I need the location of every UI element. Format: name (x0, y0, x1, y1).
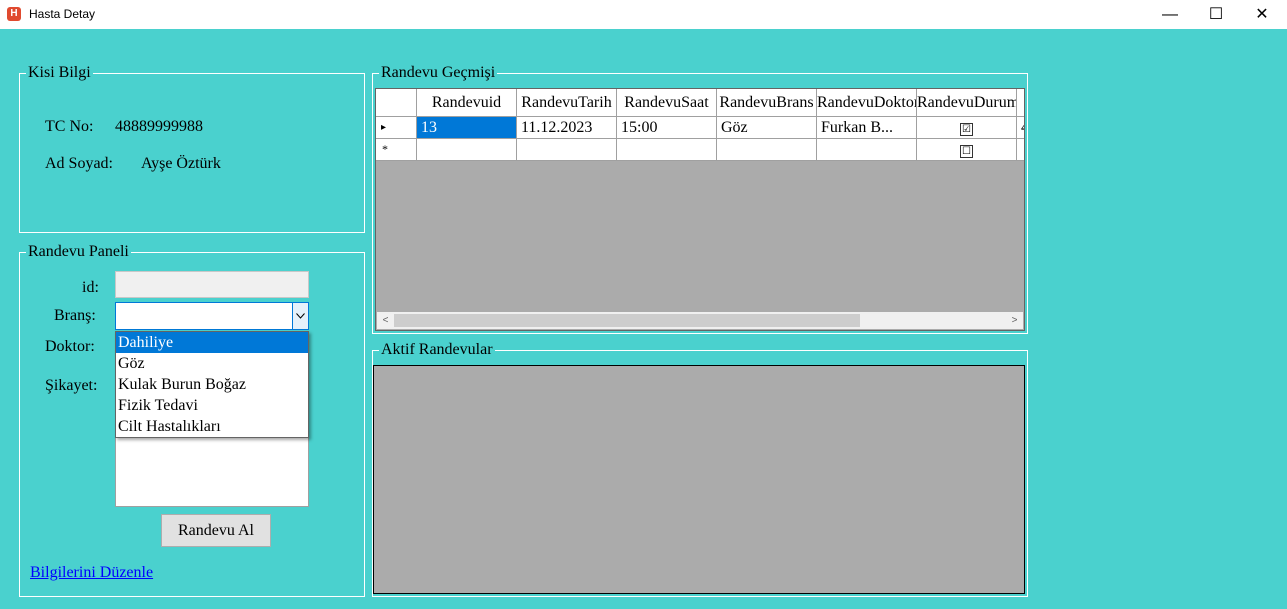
ad-soyad-value: Ayşe Öztürk (141, 155, 221, 172)
app-icon: H (7, 7, 21, 21)
randevu-paneli-legend: Randevu Paneli (28, 243, 129, 260)
row-header-corner (376, 89, 417, 117)
brans-option[interactable]: Fizik Tedavi (116, 395, 308, 416)
id-label: id: (82, 279, 99, 296)
scroll-left-icon[interactable]: < (377, 312, 394, 329)
brans-combobox[interactable] (115, 302, 309, 330)
kisi-bilgi-group: Kisi Bilgi (19, 64, 365, 233)
brans-option[interactable]: Göz (116, 353, 308, 374)
title-bar: H Hasta Detay — ☐ ✕ (0, 0, 1287, 29)
table-cell[interactable]: 13 (417, 117, 517, 139)
randevu-al-button[interactable]: Randevu Al (161, 514, 271, 547)
chevron-down-icon[interactable] (292, 303, 308, 329)
id-field[interactable] (115, 271, 309, 298)
checkbox-checked-icon[interactable]: ☑ (960, 123, 973, 136)
ad-soyad-label: Ad Soyad: (45, 155, 113, 172)
aktif-randevular-grid[interactable] (373, 365, 1025, 594)
table-cell[interactable] (817, 139, 917, 161)
table-cell[interactable] (517, 139, 617, 161)
durum-checkbox-cell[interactable]: ☑ (917, 117, 1017, 139)
kisi-bilgi-legend: Kisi Bilgi (28, 64, 91, 81)
table-cell-partial[interactable]: 4 (1017, 117, 1024, 139)
brans-option[interactable]: Dahiliye (116, 332, 308, 353)
sikayet-label: Şikayet: (45, 377, 98, 394)
horizontal-scrollbar[interactable]: < > (377, 312, 1023, 329)
brans-option[interactable]: Kulak Burun Boğaz (116, 374, 308, 395)
brans-option[interactable]: Cilt Hastalıkları (116, 416, 308, 437)
randevu-gecmisi-grid[interactable]: Randevuid RandevuTarih RandevuSaat Rande… (375, 88, 1025, 331)
column-header[interactable]: RandevuDurum (917, 89, 1017, 117)
close-button[interactable]: ✕ (1239, 0, 1285, 29)
aktif-randevular-legend: Aktif Randevular (381, 341, 493, 358)
minimize-button[interactable]: — (1147, 0, 1193, 29)
maximize-button[interactable]: ☐ (1193, 0, 1239, 29)
table-cell[interactable] (617, 139, 717, 161)
row-marker[interactable]: ▸ (376, 117, 417, 139)
table-cell[interactable]: Furkan B... (817, 117, 917, 139)
new-row-marker[interactable]: * (376, 139, 417, 161)
durum-checkbox-cell[interactable]: ☐ (917, 139, 1017, 161)
column-header[interactable]: RandevuSaat (617, 89, 717, 117)
column-header[interactable]: RandevuDoktor (817, 89, 917, 117)
column-header[interactable]: RandevuBrans (717, 89, 817, 117)
column-header[interactable]: RandevuTarih (517, 89, 617, 117)
window-title: Hasta Detay (29, 7, 96, 21)
column-header[interactable]: Randevuid (417, 89, 517, 117)
bilgilerini-duzenle-link[interactable]: Bilgilerini Düzenle (30, 564, 153, 582)
table-cell-partial[interactable] (1017, 139, 1024, 161)
brans-label: Branş: (54, 307, 96, 324)
table-cell[interactable]: 15:00 (617, 117, 717, 139)
scrollbar-thumb[interactable] (394, 314, 860, 327)
tc-label: TC No: (45, 118, 94, 135)
table-cell[interactable]: 11.12.2023 (517, 117, 617, 139)
doktor-label: Doktor: (45, 338, 95, 355)
table-cell[interactable] (717, 139, 817, 161)
table-cell[interactable]: Göz (717, 117, 817, 139)
table-cell[interactable] (417, 139, 517, 161)
checkbox-unchecked-icon[interactable]: ☐ (960, 145, 973, 158)
tc-value: 48889999988 (115, 118, 203, 135)
brans-dropdown-list[interactable]: Dahiliye Göz Kulak Burun Boğaz Fizik Ted… (115, 331, 309, 438)
scroll-right-icon[interactable]: > (1006, 312, 1023, 329)
column-header-partial (1017, 89, 1024, 117)
randevu-gecmisi-legend: Randevu Geçmişi (381, 64, 496, 81)
sikayet-textbox[interactable] (115, 433, 309, 507)
